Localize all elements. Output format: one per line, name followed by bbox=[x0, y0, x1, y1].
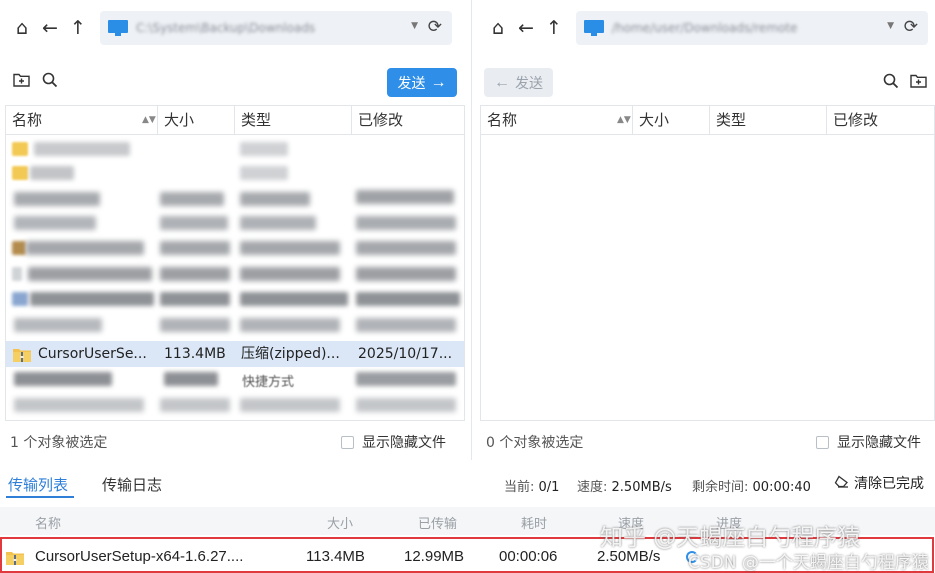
sort-icon[interactable]: ▲▼ bbox=[617, 106, 631, 134]
transfer-col-name: 名称 bbox=[35, 517, 62, 532]
monitor-icon bbox=[108, 20, 128, 36]
transfer-speed-stat: 速度: 2.50MB/s bbox=[577, 480, 672, 495]
local-selection-status: 1 个对象被选定 bbox=[10, 435, 108, 451]
arrow-right-icon: → bbox=[430, 73, 447, 91]
tab-transfer-list[interactable]: 传输列表 bbox=[8, 474, 68, 495]
checkbox-icon[interactable] bbox=[816, 436, 829, 449]
remote-selection-status: 0 个对象被选定 bbox=[486, 435, 584, 451]
clear-icon bbox=[834, 475, 849, 492]
home-icon[interactable]: ⌂ bbox=[10, 16, 34, 40]
column-size[interactable]: 大小 bbox=[633, 106, 710, 135]
arrow-left-icon: ← bbox=[494, 73, 510, 91]
clear-completed-button[interactable]: 清除已完成 bbox=[834, 473, 924, 493]
checkbox-icon[interactable] bbox=[341, 436, 354, 449]
local-show-hidden-checkbox[interactable]: 显示隐藏文件 bbox=[341, 432, 446, 452]
send-label: 发送 bbox=[397, 74, 426, 91]
search-icon[interactable] bbox=[42, 72, 58, 92]
column-type[interactable]: 类型 bbox=[710, 106, 827, 135]
current-value: 0/1 bbox=[538, 480, 560, 495]
remote-nav-bar: ⌂ ← ↑ /home/user/Downloads/remote ▼ ⟳ bbox=[486, 0, 931, 56]
chevron-down-icon[interactable]: ▼ bbox=[887, 21, 894, 31]
column-modified[interactable]: 已修改 bbox=[352, 106, 465, 135]
search-icon[interactable] bbox=[883, 73, 899, 93]
column-size[interactable]: 大小 bbox=[158, 106, 235, 135]
local-path-text: C:\System\Backup\Downloads bbox=[136, 21, 316, 35]
remote-path-text: /home/user/Downloads/remote bbox=[612, 21, 798, 35]
transfer-col-elapsed: 耗时 bbox=[521, 517, 548, 532]
selected-file-row[interactable]: CursorUserSe... 113.4MB 压缩(zipped)... 20… bbox=[6, 341, 464, 367]
remote-table-header: 名称 ▲▼ 大小 类型 已修改 bbox=[481, 106, 934, 135]
transfer-col-transferred: 已传输 bbox=[418, 517, 458, 532]
transfer-remaining-stat: 剩余时间: 00:00:40 bbox=[692, 480, 811, 495]
remote-show-hidden-checkbox[interactable]: 显示隐藏文件 bbox=[816, 432, 921, 452]
send-label: 发送 bbox=[515, 74, 543, 91]
active-tab-indicator bbox=[6, 496, 74, 498]
local-table-header: 名称 ▲▼ 大小 类型 已修改 bbox=[6, 106, 464, 135]
file-modified: 2025/10/17... bbox=[358, 346, 453, 362]
zip-icon bbox=[13, 347, 31, 362]
back-icon[interactable]: ← bbox=[38, 16, 62, 40]
send-to-local-button[interactable]: ← 发送 bbox=[484, 68, 553, 97]
column-name[interactable]: 名称 ▲▼ bbox=[481, 106, 633, 135]
file-name: CursorUserSe... bbox=[38, 346, 147, 362]
transfer-col-size: 大小 bbox=[327, 517, 354, 532]
remote-file-table: 名称 ▲▼ 大小 类型 已修改 bbox=[480, 105, 935, 421]
remote-path-box[interactable]: /home/user/Downloads/remote ▼ ⟳ bbox=[576, 11, 928, 45]
back-icon[interactable]: ← bbox=[514, 16, 538, 40]
up-icon[interactable]: ↑ bbox=[542, 16, 566, 40]
column-modified[interactable]: 已修改 bbox=[827, 106, 935, 135]
column-name[interactable]: 名称 ▲▼ bbox=[6, 106, 158, 135]
transfer-file-elapsed: 00:00:06 bbox=[499, 548, 558, 565]
zhihu-watermark: 知乎 @天蝎座白勺程序猿 bbox=[600, 525, 861, 551]
shortcut-type-text: 快捷方式 bbox=[242, 375, 295, 390]
sort-icon[interactable]: ▲▼ bbox=[142, 106, 156, 134]
transfer-file-transferred: 12.99MB bbox=[404, 548, 465, 565]
transfer-file-name: CursorUserSetup-x64-1.6.27.... bbox=[35, 548, 244, 565]
send-to-remote-button[interactable]: 发送 → bbox=[387, 68, 457, 97]
refresh-icon[interactable]: ⟳ bbox=[904, 17, 918, 37]
new-folder-icon[interactable] bbox=[13, 72, 30, 91]
file-size: 113.4MB bbox=[164, 346, 226, 362]
up-icon[interactable]: ↑ bbox=[66, 16, 90, 40]
home-icon[interactable]: ⌂ bbox=[486, 16, 510, 40]
pane-divider bbox=[471, 0, 472, 460]
monitor-icon bbox=[584, 20, 604, 36]
local-nav-bar: ⌂ ← ↑ C:\System\Backup\Downloads ▼ ⟳ bbox=[10, 0, 460, 56]
csdn-watermark: CSDN @一个天蝎座白勺程序猿 bbox=[688, 553, 929, 573]
column-type[interactable]: 类型 bbox=[235, 106, 352, 135]
chevron-down-icon[interactable]: ▼ bbox=[411, 21, 418, 31]
transfer-current-stat: 当前: 0/1 bbox=[504, 480, 560, 495]
zip-icon bbox=[6, 550, 24, 569]
local-path-box[interactable]: C:\System\Backup\Downloads ▼ ⟳ bbox=[100, 11, 452, 45]
new-folder-icon[interactable] bbox=[910, 73, 927, 92]
file-type: 压缩(zipped)... bbox=[241, 346, 340, 362]
tab-transfer-log[interactable]: 传输日志 bbox=[102, 474, 162, 495]
remaining-value: 00:00:40 bbox=[752, 480, 811, 495]
transfer-file-size: 113.4MB bbox=[306, 548, 365, 565]
refresh-icon[interactable]: ⟳ bbox=[428, 17, 442, 37]
speed-value: 2.50MB/s bbox=[611, 480, 672, 495]
